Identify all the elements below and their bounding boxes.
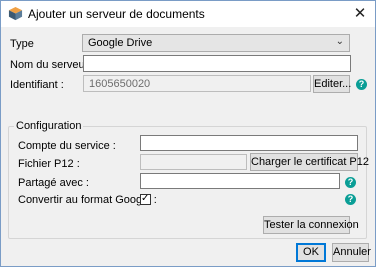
convert-google-format-label: Convertir au format Google : — [18, 194, 157, 206]
p12-file-field — [140, 154, 247, 170]
dialog-title: Ajouter un serveur de documents — [28, 7, 205, 21]
title-bar: Ajouter un serveur de documents ✕ — [1, 1, 375, 27]
type-label: Type — [10, 38, 34, 50]
service-account-label: Compte du service : — [18, 140, 116, 152]
close-icon[interactable]: ✕ — [346, 1, 374, 27]
cancel-button[interactable]: Annuler — [332, 243, 371, 262]
help-icon[interactable]: ? — [345, 177, 356, 188]
server-name-label: Nom du serveur : — [10, 59, 95, 71]
p12-file-label: Fichier P12 : — [18, 158, 80, 170]
type-select[interactable]: Google Drive ⌄ — [82, 34, 350, 52]
type-select-value: Google Drive — [88, 37, 153, 49]
load-p12-certificate-button[interactable]: Charger le certificat P12 — [250, 153, 369, 171]
add-document-server-dialog: Ajouter un serveur de documents ✕ Type G… — [0, 0, 376, 267]
edit-button[interactable]: Editer... — [313, 75, 351, 93]
service-account-input[interactable] — [140, 135, 358, 151]
test-connection-button[interactable]: Tester la connexion — [263, 216, 359, 234]
server-name-input[interactable] — [83, 55, 351, 72]
help-icon[interactable]: ? — [356, 79, 367, 90]
ok-button[interactable]: OK — [296, 243, 326, 262]
app-cube-icon — [8, 6, 23, 21]
checkmark-icon: ✓ — [141, 193, 150, 204]
identifier-field: 1605650020 — [83, 75, 311, 92]
shared-with-input[interactable] — [140, 173, 340, 189]
help-icon[interactable]: ? — [345, 194, 356, 205]
configuration-group-label: Configuration — [14, 120, 84, 132]
identifier-value: 1605650020 — [89, 78, 151, 90]
shared-with-label: Partagé avec : — [18, 177, 89, 189]
identifier-label: Identifiant : — [10, 79, 64, 91]
chevron-down-icon: ⌄ — [335, 36, 344, 47]
convert-google-format-checkbox[interactable]: ✓ — [140, 193, 151, 205]
